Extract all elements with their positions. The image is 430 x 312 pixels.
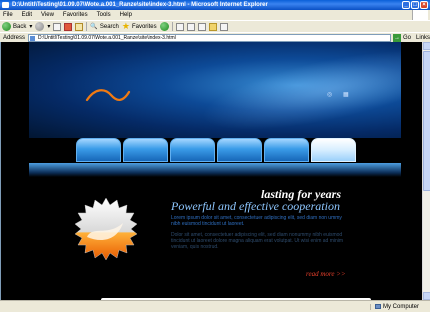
toolbar-separator [171,22,173,31]
search-label: Search [99,23,119,30]
tagline-secondary: Powerful and effective cooperation [171,199,340,213]
forward-dropdown-icon[interactable]: ▾ [47,23,50,30]
computer-icon [375,304,381,309]
vertical-scrollbar[interactable] [422,42,430,300]
header-light-streak [195,42,401,138]
nav-tab-5[interactable] [264,138,309,162]
messenger-icon[interactable] [219,22,228,31]
go-button[interactable]: → Go [392,33,411,42]
read-more-link[interactable]: read more >> [306,270,346,278]
close-button[interactable]: × [420,1,428,9]
minimize-button[interactable]: _ [402,1,410,9]
stop-icon[interactable] [53,22,62,31]
site-header: ◎ ▦ [29,42,401,138]
nav-tab-4[interactable] [217,138,262,162]
address-bar: Address D:\Untitl\Testing\01.09.07\Wote.… [0,32,430,42]
address-value: D:\Untitl\Testing\01.09.07\Wote.a.001_Ra… [38,34,176,41]
search-button[interactable]: 🔍 Search [90,23,119,31]
main-nav [29,138,401,164]
address-label: Address [3,34,26,41]
nav-tab-2[interactable] [123,138,168,162]
back-arrow-icon [2,22,11,31]
media-icon[interactable] [159,22,169,31]
toolbar-separator [86,22,88,31]
mail-icon[interactable] [175,22,184,31]
menu-view[interactable]: View [41,12,54,18]
go-label: Go [402,34,411,41]
go-arrow-icon: → [392,33,401,42]
security-zone: My Computer [370,303,430,310]
status-bar: My Computer [0,300,430,312]
page-icon [30,35,36,41]
intro-paragraph: Lorem ipsum dolor sit amet, consectetuer… [171,215,342,227]
window-title: D:\Untitl\Testing\01.09.07\Wote.a.001_Ra… [12,2,268,8]
zone-label: My Computer [383,303,420,310]
address-input[interactable]: D:\Untitl\Testing\01.09.07\Wote.a.001_Ra… [28,33,391,42]
ie-icon [2,2,9,8]
back-label: Back [13,23,27,30]
menu-file[interactable]: File [3,12,13,18]
print-icon[interactable] [186,22,195,31]
starburst-badge-icon [74,197,138,261]
edit-icon[interactable] [197,22,206,31]
home-icon[interactable] [75,22,84,31]
folder-icon[interactable] [208,22,217,31]
search-icon: 🔍 [90,24,98,30]
nav-tab-1[interactable] [76,138,121,162]
menu-help[interactable]: Help [120,12,132,18]
window-title-bar[interactable]: D:\Untitl\Testing\01.09.07\Wote.a.001_Ra… [0,0,430,10]
refresh-icon[interactable] [64,22,73,31]
scroll-up-button[interactable] [423,42,430,50]
menu-tools[interactable]: Tools [97,12,111,18]
toolbar: Back ▾ ▾ 🔍 Search ★ Favorites [0,20,430,32]
menu-edit[interactable]: Edit [22,12,32,18]
nav-glow-strip [29,163,401,177]
back-dropdown-icon[interactable]: ▾ [29,23,32,30]
content-area: lasting for years Powerful and effective… [29,177,401,300]
favorites-label: Favorites [131,23,157,30]
scroll-down-button[interactable] [423,292,430,300]
maximize-button[interactable]: □ [411,1,419,9]
back-button[interactable]: Back [2,22,26,31]
window-controls: _ □ × [402,1,428,9]
mail-icon[interactable]: ▦ [343,92,349,98]
forward-button[interactable] [35,22,45,31]
star-icon: ★ [121,21,130,31]
nav-tab-3[interactable] [170,138,215,162]
windows-flag-icon [412,10,428,20]
links-button[interactable]: Links [416,35,430,41]
logo-swoosh-icon[interactable] [85,86,131,106]
menu-bar: File Edit View Favorites Tools Help [0,10,430,20]
body-paragraph: Dolor sit amet, consectetuer adipiscing … [171,232,344,250]
menu-favorites[interactable]: Favorites [63,12,88,18]
search-icon[interactable]: ◎ [327,92,333,98]
page-viewport[interactable]: ◎ ▦ lasting for years Powerful and effec… [0,42,422,300]
favorites-button[interactable]: ★ Favorites [122,22,157,31]
scroll-thumb[interactable] [423,51,430,191]
nav-tab-6-active[interactable] [311,138,356,162]
